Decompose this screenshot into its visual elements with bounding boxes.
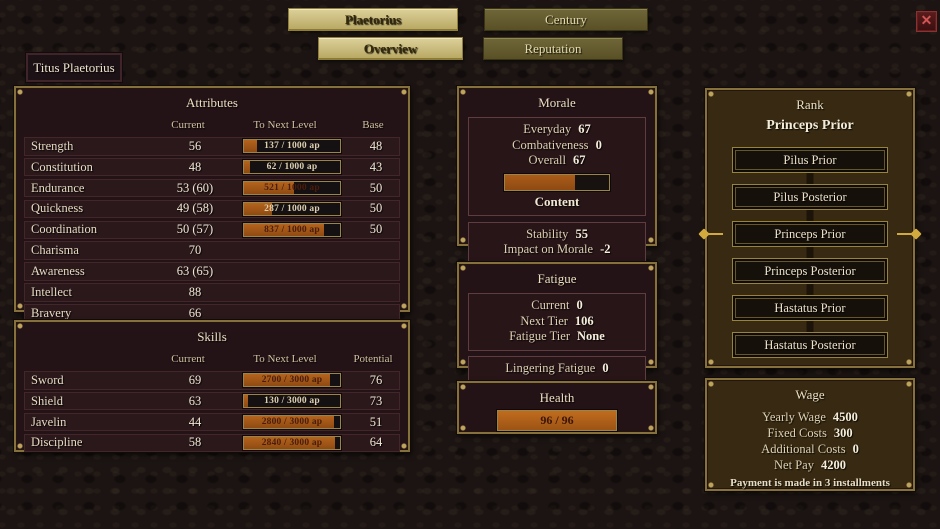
xp-bar: 287 / 1000 ap	[243, 202, 341, 216]
xp-bar: 2800 / 3000 ap	[243, 415, 341, 429]
rank-item-pilus-prior: Pilus Prior	[732, 147, 888, 173]
current-rank-arrow-left-icon	[700, 229, 726, 239]
skills-panel: Skills Current To Next Level Potential S…	[14, 320, 410, 452]
morale-overall: Overall67	[473, 153, 641, 169]
fatigue-next-tier: Next Tier106	[473, 314, 641, 330]
skill-row-discipline: Discipline 58 2840 / 3000 ap 64	[24, 434, 400, 453]
morale-stability-box: Stability55 Impact on Morale-2	[468, 222, 646, 264]
health-panel: Health 96 / 96	[457, 381, 657, 434]
current-rank-arrow-right-icon	[894, 229, 920, 239]
fatigue-summary-box: Current0 Next Tier106 Fatigue TierNone	[468, 293, 646, 351]
attribute-row-constitution: Constitution 48 62 / 1000 ap 43	[24, 158, 400, 177]
morale-everyday: Everyday67	[473, 122, 641, 138]
rank-item-pilus-posterior: Pilus Posterior	[732, 184, 888, 210]
attributes-title: Attributes	[16, 88, 408, 111]
xp-bar: 521 / 1000 ap	[243, 181, 341, 195]
wage-yearly: Yearly Wage4500	[707, 409, 913, 425]
attribute-row-strength: Strength 56 137 / 1000 ap 48	[24, 137, 400, 156]
wage-panel: Wage Yearly Wage4500 Fixed Costs300 Addi…	[705, 378, 915, 491]
lingering-fatigue: Lingering Fatigue0	[473, 361, 641, 377]
fatigue-title: Fatigue	[459, 264, 655, 287]
character-overview-screen: Plaetorius Century Overview Reputation ✕…	[0, 0, 940, 529]
rank-panel: Rank Princeps Prior Pilus Prior Pilus Po…	[705, 88, 915, 368]
wage-fixed-costs: Fixed Costs300	[707, 425, 913, 441]
col-to-next-level: To Next Level	[224, 119, 346, 131]
health-bar: 96 / 96	[497, 410, 617, 431]
attributes-header: Current To Next Level Base	[24, 119, 400, 131]
character-name-plate: Titus Plaetorius	[26, 53, 122, 82]
morale-state: Content	[473, 194, 641, 210]
wage-note: Payment is made in 3 installments	[707, 477, 913, 489]
fatigue-tier: Fatigue TierNone	[473, 329, 641, 345]
tab-century[interactable]: Century	[484, 8, 648, 31]
skill-row-shield: Shield 63 130 / 3000 ap 73	[24, 392, 400, 411]
health-title: Health	[459, 383, 655, 406]
col-current: Current	[152, 353, 224, 365]
xp-bar: 137 / 1000 ap	[243, 139, 341, 153]
rank-item-hastatus-prior: Hastatus Prior	[732, 295, 888, 321]
xp-bar: 62 / 1000 ap	[243, 160, 341, 174]
close-button[interactable]: ✕	[916, 11, 937, 32]
xp-bar: 2700 / 3000 ap	[243, 373, 341, 387]
xp-bar: 2840 / 3000 ap	[243, 436, 341, 450]
morale-impact: Impact on Morale-2	[473, 242, 641, 258]
attributes-panel: Attributes Current To Next Level Base St…	[14, 86, 410, 312]
morale-bar	[504, 174, 610, 191]
morale-summary-box: Everyday67 Combativeness0 Overall67 Cont…	[468, 117, 646, 216]
morale-combativeness: Combativeness0	[473, 138, 641, 154]
tab-reputation[interactable]: Reputation	[483, 37, 623, 60]
rank-item-hastatus-posterior: Hastatus Posterior	[732, 332, 888, 358]
wage-title: Wage	[707, 380, 913, 403]
xp-bar: 130 / 3000 ap	[243, 394, 341, 408]
rank-item-princeps-prior: Princeps Prior	[732, 221, 888, 247]
morale-title: Morale	[459, 88, 655, 111]
close-icon: ✕	[921, 13, 933, 30]
skills-header: Current To Next Level Potential	[24, 353, 400, 365]
rank-item-princeps-posterior: Princeps Posterior	[732, 258, 888, 284]
skill-row-sword: Sword 69 2700 / 3000 ap 76	[24, 371, 400, 390]
fatigue-current: Current0	[473, 298, 641, 314]
col-current: Current	[152, 119, 224, 131]
morale-stability: Stability55	[473, 227, 641, 243]
attribute-row-awareness: Awareness 63 (65)	[24, 262, 400, 281]
rank-ladder: Pilus Prior Pilus Posterior Princeps Pri…	[707, 147, 913, 358]
attribute-row-coordination: Coordination 50 (57) 837 / 1000 ap 50	[24, 221, 400, 240]
fatigue-panel: Fatigue Current0 Next Tier106 Fatigue Ti…	[457, 262, 657, 368]
attribute-row-quickness: Quickness 49 (58) 287 / 1000 ap 50	[24, 200, 400, 219]
wage-net-pay: Net Pay4200	[707, 457, 913, 473]
wage-additional-costs: Additional Costs0	[707, 441, 913, 457]
col-to-next-level: To Next Level	[224, 353, 346, 365]
tab-overview[interactable]: Overview	[318, 37, 463, 60]
attribute-row-endurance: Endurance 53 (60) 521 / 1000 ap 50	[24, 179, 400, 198]
morale-panel: Morale Everyday67 Combativeness0 Overall…	[457, 86, 657, 246]
skill-row-javelin: Javelin 44 2800 / 3000 ap 51	[24, 413, 400, 432]
col-potential: Potential	[346, 353, 400, 365]
rank-current-label: Princeps Prior	[707, 118, 913, 134]
attribute-row-intellect: Intellect 88	[24, 283, 400, 302]
fatigue-lingering-box: Lingering Fatigue0	[468, 356, 646, 383]
attribute-row-charisma: Charisma 70	[24, 241, 400, 260]
rank-title: Rank	[707, 90, 913, 113]
skills-title: Skills	[16, 322, 408, 345]
xp-bar: 837 / 1000 ap	[243, 223, 341, 237]
tab-plaetorius[interactable]: Plaetorius	[288, 8, 458, 31]
col-base: Base	[346, 119, 400, 131]
